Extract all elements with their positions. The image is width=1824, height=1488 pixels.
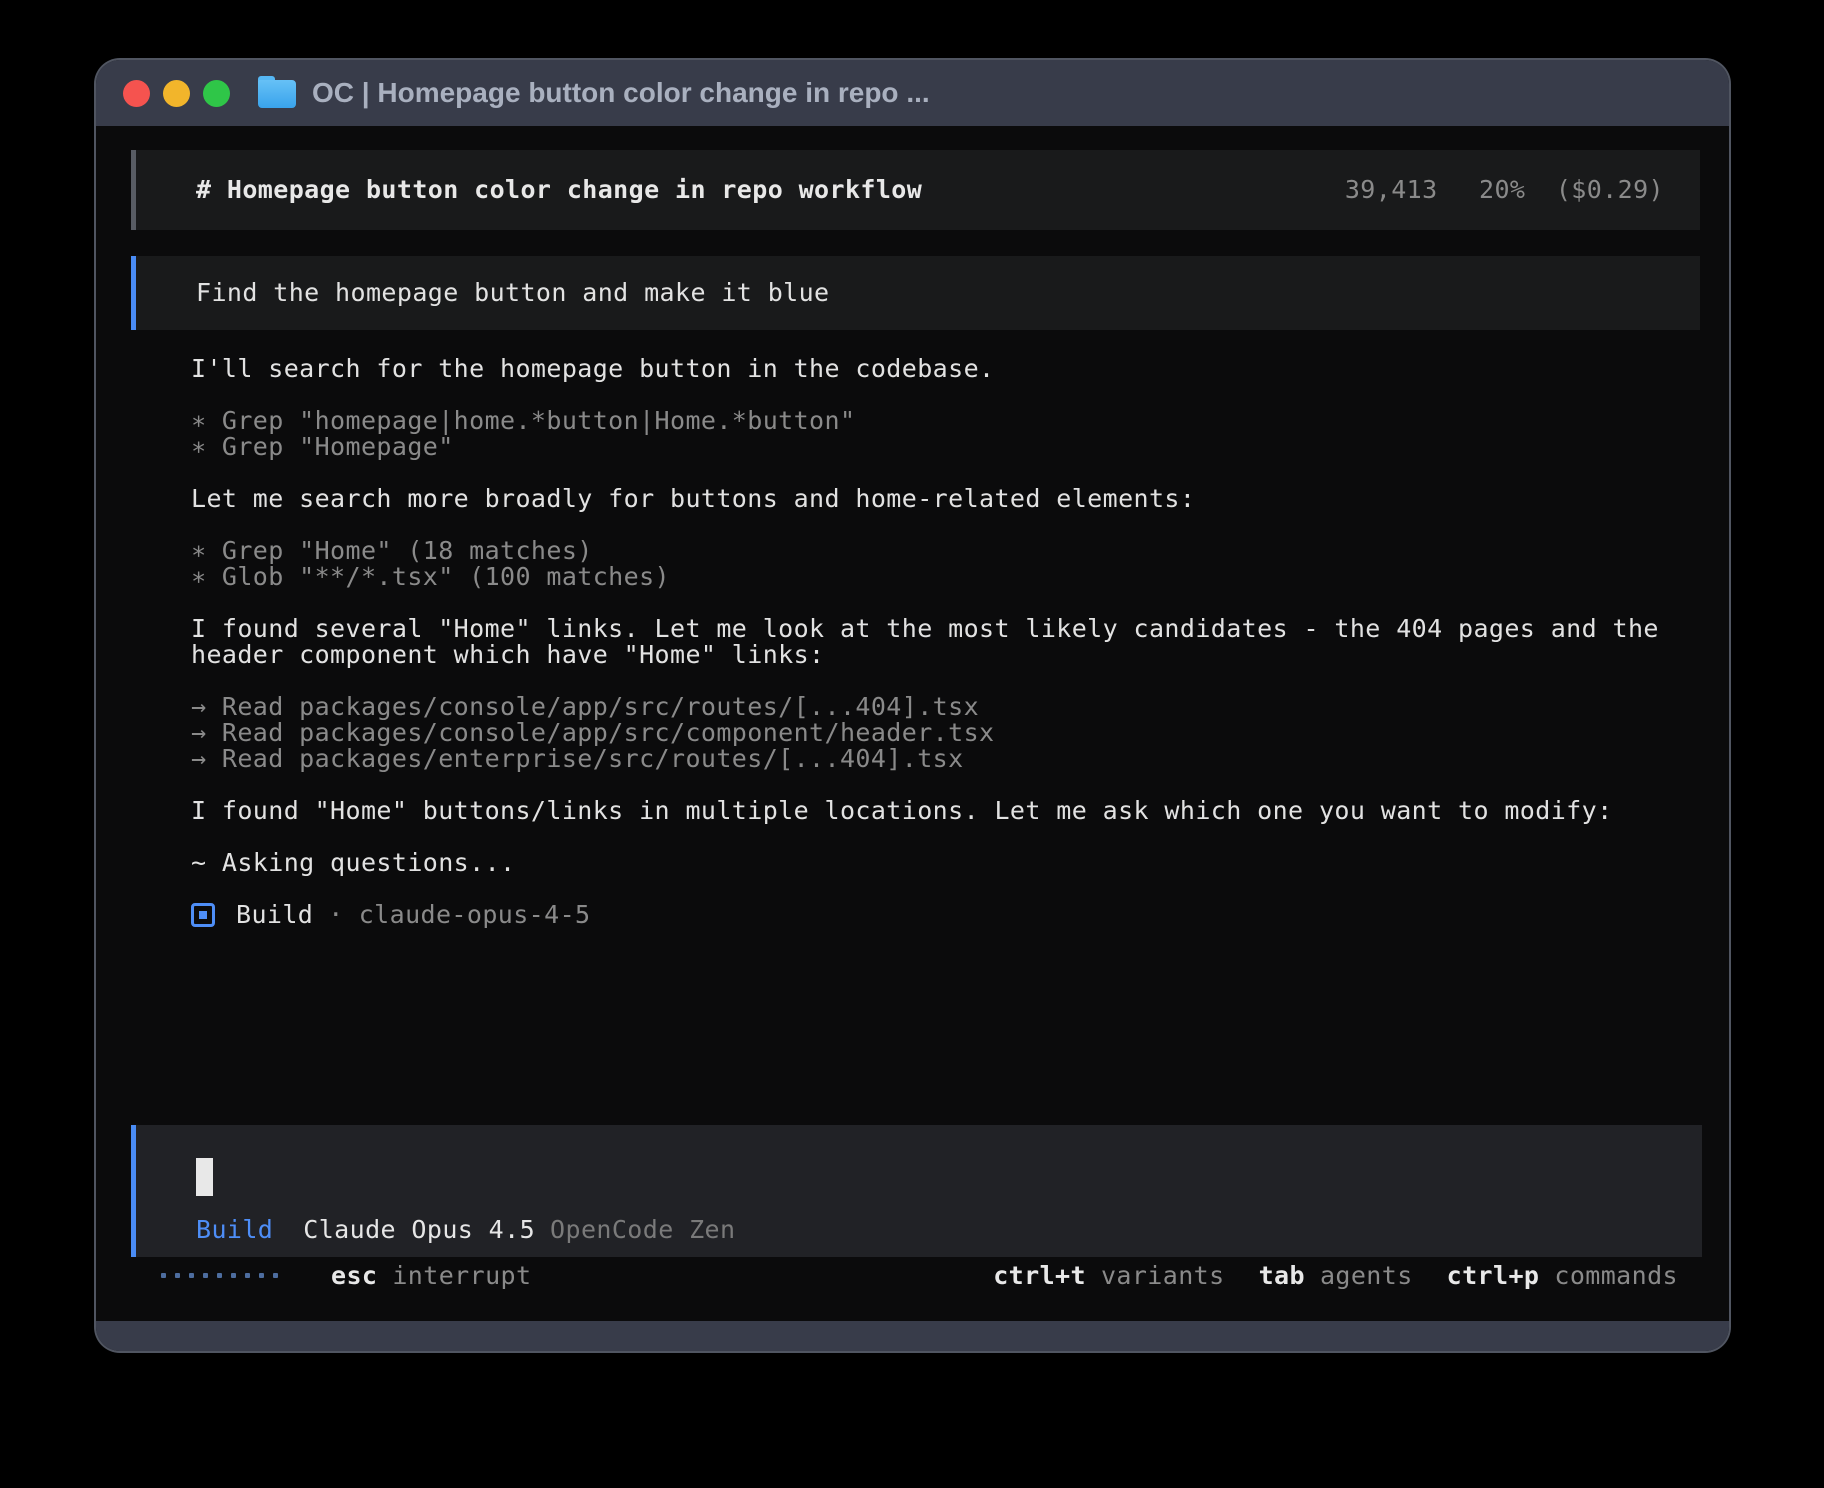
assistant-text: ~ Asking questions...	[191, 850, 1700, 876]
esc-key-hint: esc	[331, 1261, 377, 1290]
session-header: # Homepage button color change in repo w…	[131, 150, 1700, 230]
titlebar[interactable]: OC | Homepage button color change in rep…	[96, 60, 1729, 126]
terminal-window: OC | Homepage button color change in rep…	[96, 60, 1729, 1351]
window-bottom-chrome	[96, 1321, 1729, 1351]
session-stats: 39,413 20% ($0.29)	[1345, 177, 1664, 203]
session-cost: ($0.29)	[1556, 175, 1664, 204]
session-title: # Homepage button color change in repo w…	[196, 177, 922, 203]
tool-call: → Read packages/console/app/src/routes/[…	[191, 694, 1700, 720]
status-right: ctrl+t variants tab agents ctrl+p comman…	[993, 1261, 1678, 1290]
input-provider-label: OpenCode Zen	[550, 1217, 735, 1243]
tool-call: ∗ Grep "Home" (18 matches)	[191, 538, 1700, 564]
tool-call: → Read packages/console/app/src/componen…	[191, 720, 1700, 746]
assistant-transcript: I'll search for the homepage button in t…	[191, 356, 1700, 928]
tool-call: ∗ Grep "Homepage"	[191, 434, 1700, 460]
status-left: esc interrupt	[161, 1261, 531, 1290]
window-title: OC | Homepage button color change in rep…	[312, 77, 930, 109]
model-id: claude-opus-4-5	[359, 902, 591, 928]
separator-dot: ·	[328, 902, 343, 928]
tool-call: ∗ Grep "homepage|home.*button|Home.*butt…	[191, 408, 1700, 434]
folder-icon	[258, 81, 296, 108]
hint-agents: tab agents	[1259, 1261, 1413, 1290]
assistant-text: I found "Home" buttons/links in multiple…	[191, 798, 1700, 824]
agent-status-row: Build · claude-opus-4-5	[191, 902, 1700, 928]
assistant-text: I'll search for the homepage button in t…	[191, 356, 1700, 382]
zoom-button[interactable]	[203, 80, 230, 107]
text-cursor	[196, 1158, 213, 1196]
tool-call: ∗ Glob "**/*.tsx" (100 matches)	[191, 564, 1700, 590]
status-bar: esc interrupt ctrl+t variants tab agents…	[131, 1260, 1702, 1290]
context-percent: 20%	[1479, 175, 1525, 204]
input-model-label: Claude Opus 4.5	[303, 1217, 535, 1243]
assistant-text: Let me search more broadly for buttons a…	[191, 486, 1700, 512]
hint-variants: ctrl+t variants	[993, 1261, 1224, 1290]
minimize-button[interactable]	[163, 80, 190, 107]
hint-commands: ctrl+p commands	[1447, 1261, 1678, 1290]
input-model-row: Build Claude Opus 4.5 OpenCode Zen	[196, 1217, 1702, 1243]
user-message-text: Find the homepage button and make it blu…	[196, 280, 830, 306]
agent-name: Build	[236, 902, 313, 928]
agent-build-icon	[191, 903, 215, 927]
token-count: 39,413	[1345, 175, 1438, 204]
assistant-text: I found several "Home" links. Let me loo…	[191, 616, 1700, 668]
tool-call: → Read packages/enterprise/src/routes/[.…	[191, 746, 1700, 772]
close-button[interactable]	[123, 80, 150, 107]
input-agent-label: Build	[196, 1217, 273, 1243]
prompt-input[interactable]: Build Claude Opus 4.5 OpenCode Zen	[131, 1125, 1702, 1257]
working-indicator-dots	[161, 1273, 287, 1278]
user-message: Find the homepage button and make it blu…	[131, 256, 1700, 330]
esc-hint-label: interrupt	[392, 1261, 531, 1290]
